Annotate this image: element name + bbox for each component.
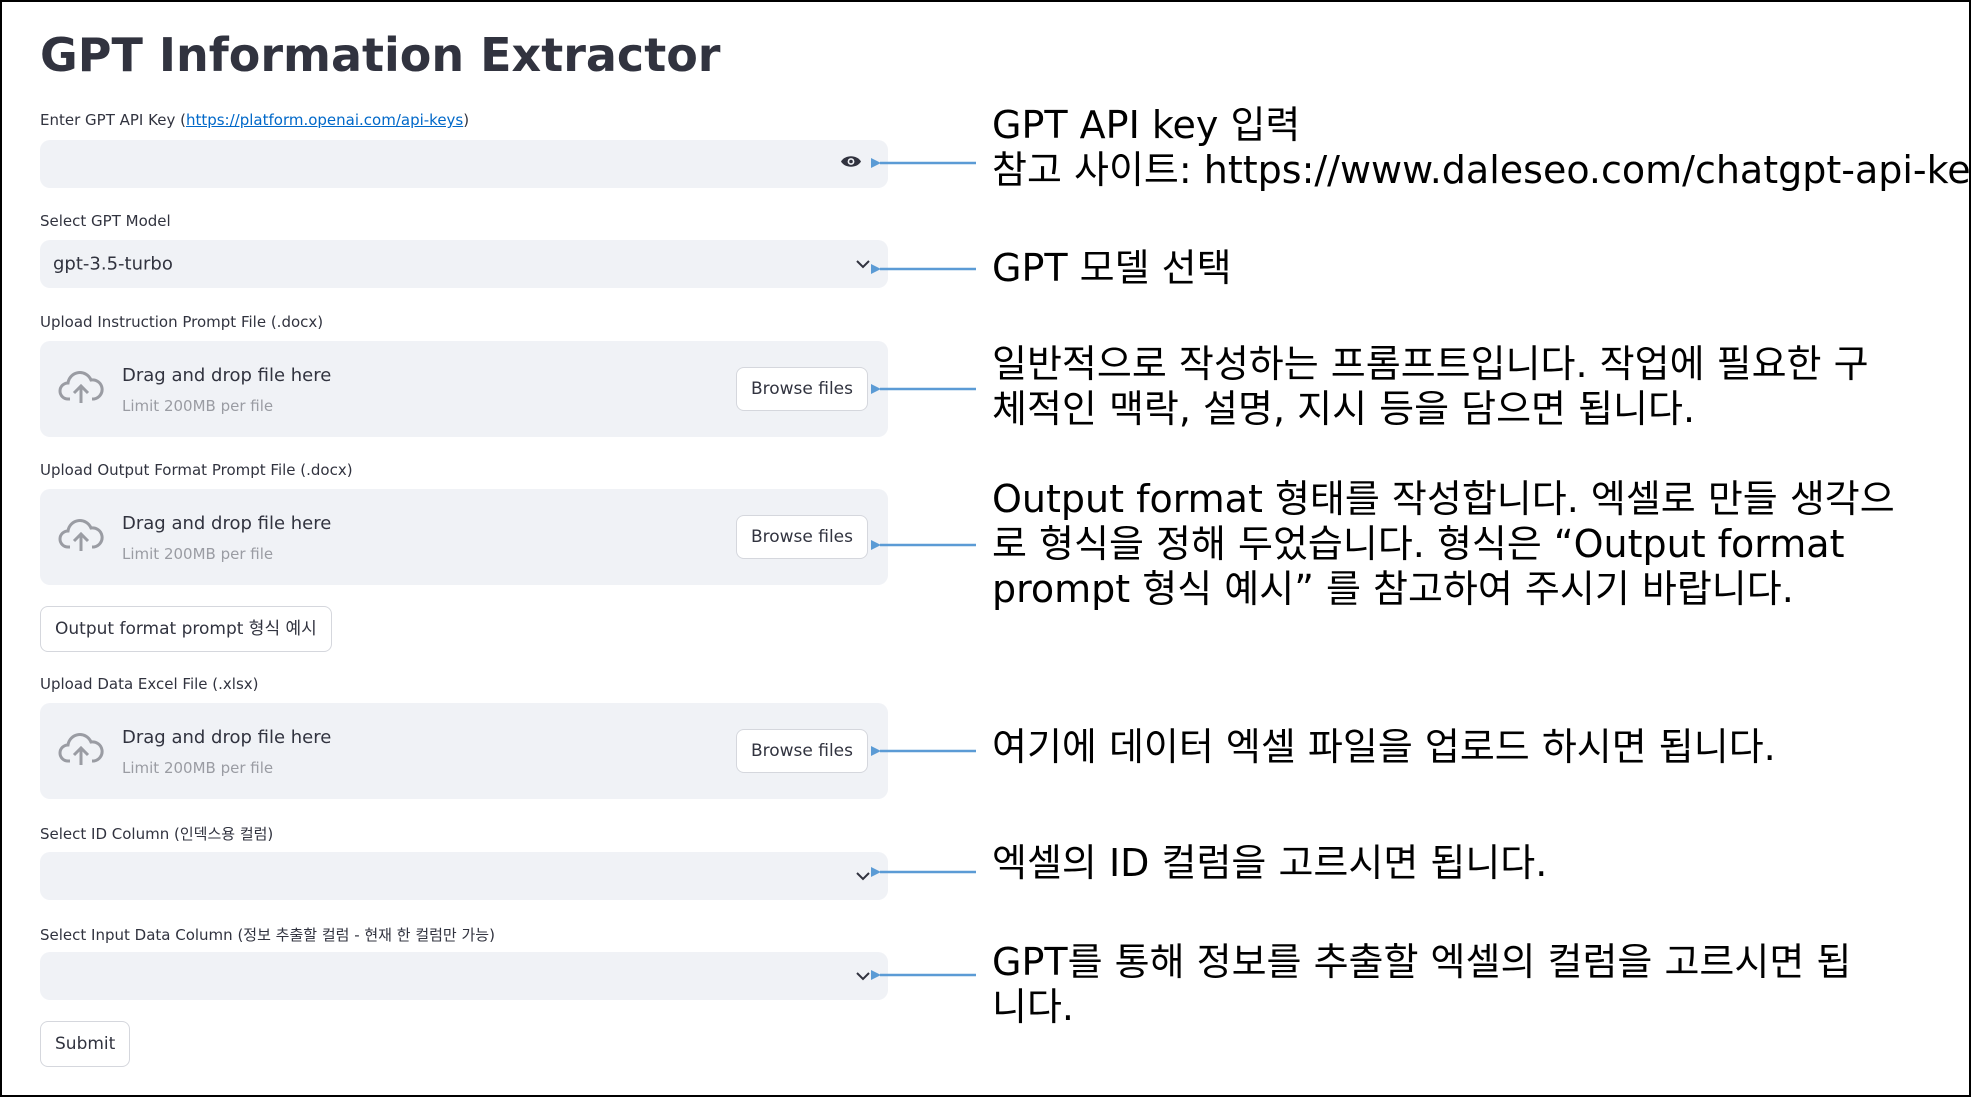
- annotation-id-column: 엑셀의 ID 컬럼을 고르시면 됩니다.: [992, 841, 1547, 886]
- annotation-input-column: GPT를 통해 정보를 추출할 엑셀의 컬럼을 고르시면 됩 니다.: [992, 940, 1851, 1030]
- annotation-model: GPT 모델 선택: [992, 246, 1232, 291]
- annotation-api-key: GPT API key 입력 참고 사이트: https://www.dales…: [992, 103, 1971, 193]
- annotation-line: GPT를 통해 정보를 추출할 엑셀의 컬럼을 고르시면 됩: [992, 940, 1852, 984]
- annotation-line: 여기에 데이터 엑셀 파일을 업로드 하시면 됩니다.: [992, 725, 1776, 769]
- annotation-instruction: 일반적으로 작성하는 프롬프트입니다. 작업에 필요한 구 체적인 맥락, 설명…: [992, 342, 1869, 432]
- annotation-line: 로 형식을 정해 두었습니다. 형식은 “Output format: [992, 522, 1845, 566]
- annotation-line: Output format 형태를 작성합니다. 엑셀로 만들 생각으: [992, 477, 1895, 521]
- annotation-output-format: Output format 형태를 작성합니다. 엑셀로 만들 생각으 로 형식…: [992, 477, 1895, 612]
- annotation-line: 참고 사이트: https://www.daleseo.com/chatgpt-…: [992, 148, 1971, 192]
- annotation-line: prompt 형식 예시” 를 참고하여 주시기 바랍니다.: [992, 567, 1794, 611]
- annotation-line: 엑셀의 ID 컬럼을 고르시면 됩니다.: [992, 841, 1548, 885]
- annotation-data: 여기에 데이터 엑셀 파일을 업로드 하시면 됩니다.: [992, 725, 1776, 770]
- annotation-line: 체적인 맥락, 설명, 지시 등을 담으면 됩니다.: [992, 387, 1696, 431]
- annotation-line: 니다.: [992, 985, 1074, 1029]
- annotation-line: GPT API key 입력: [992, 103, 1301, 147]
- annotation-line: GPT 모델 선택: [992, 246, 1232, 290]
- annotation-line: 일반적으로 작성하는 프롬프트입니다. 작업에 필요한 구: [992, 342, 1869, 386]
